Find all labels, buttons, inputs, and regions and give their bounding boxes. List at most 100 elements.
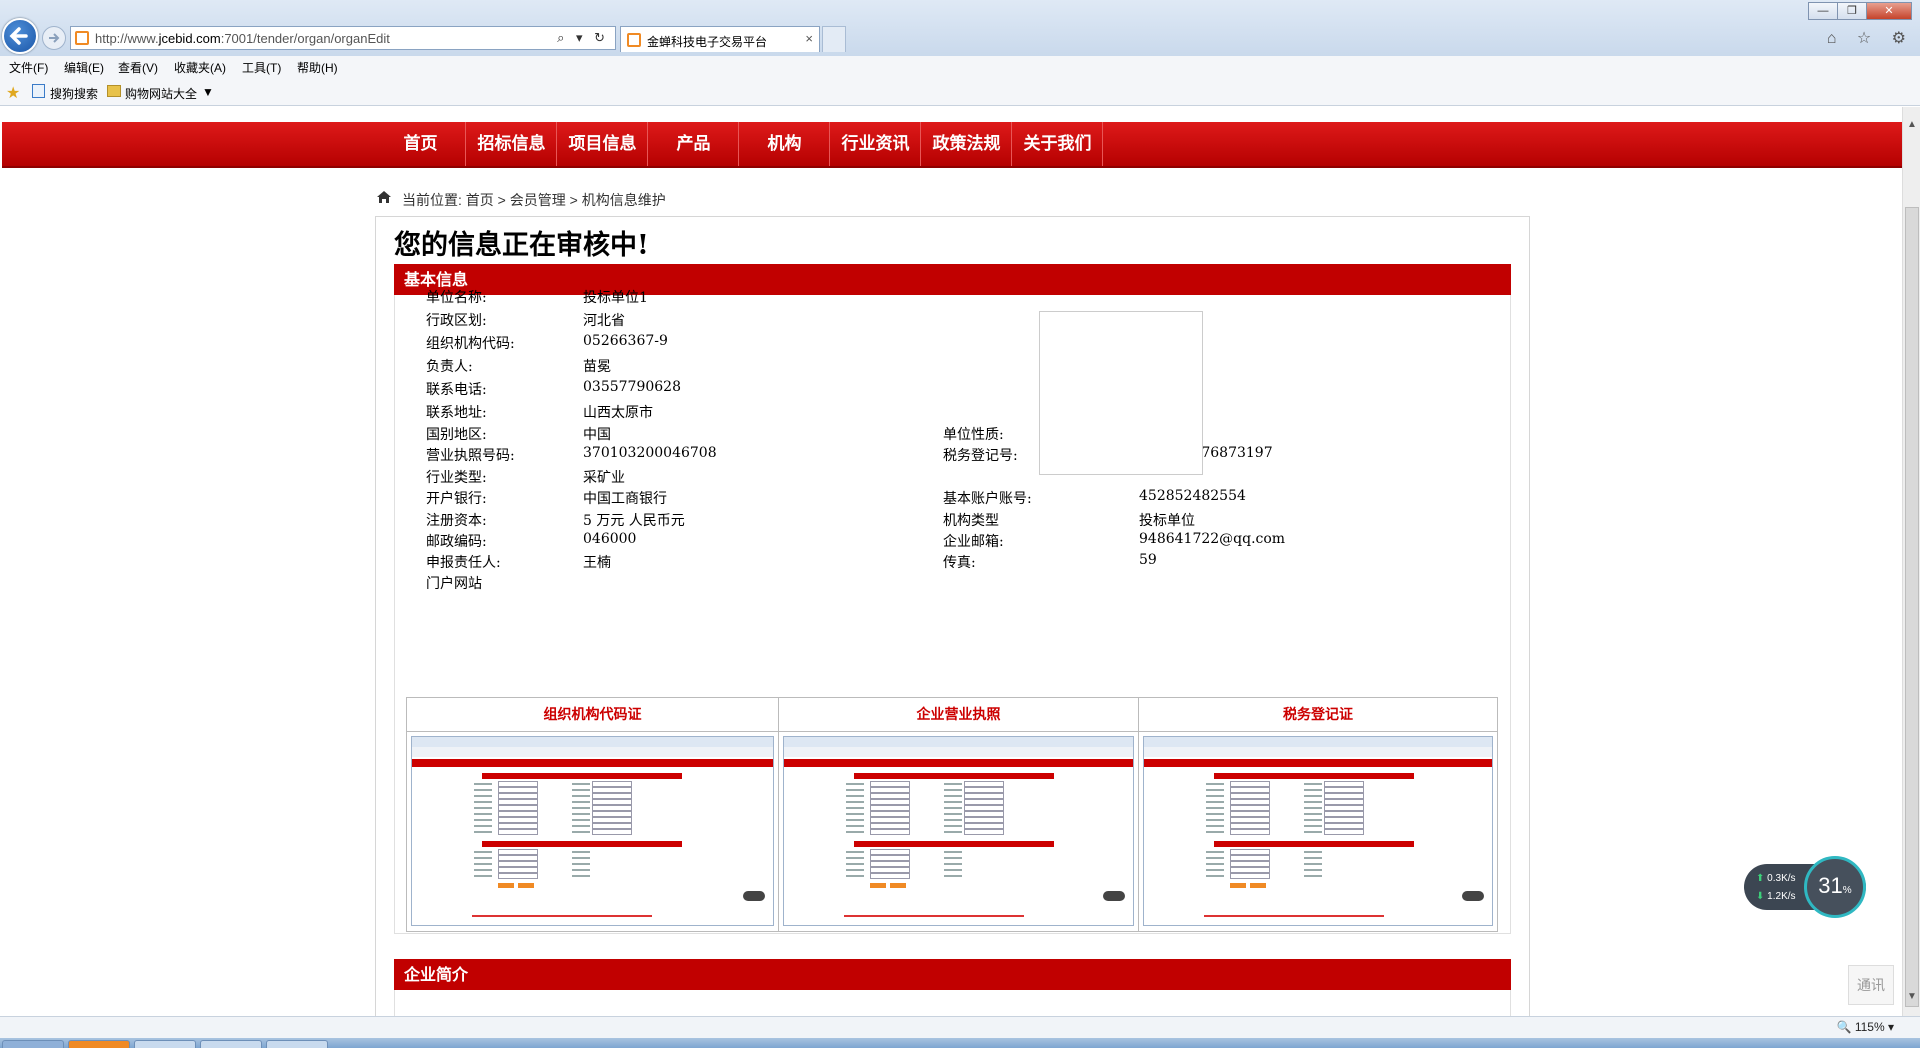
chat-button[interactable]: 通讯 [1848, 965, 1894, 1005]
taskbar [0, 1038, 1920, 1048]
zoom-level[interactable]: 🔍 115% ▾ [1837, 1020, 1894, 1034]
thumb-line [474, 863, 492, 865]
forward-button[interactable] [42, 26, 66, 50]
thumb-line [1304, 825, 1322, 827]
thumb-line [846, 851, 864, 853]
thumb-line [474, 801, 492, 803]
thumb-line [474, 831, 492, 833]
nav-organization[interactable]: 机构 [740, 122, 830, 166]
certificate-image[interactable] [783, 736, 1134, 926]
thumb-line [846, 831, 864, 833]
thumb-line [572, 863, 590, 865]
field-value: 370103200046708 [583, 445, 717, 461]
browser-tab[interactable]: 金蝉科技电子交易平台 × [620, 26, 820, 52]
field-label: 开户银行: [426, 491, 487, 507]
thumb-button [890, 883, 906, 888]
thumb-section [1214, 841, 1414, 847]
back-button[interactable] [2, 18, 38, 54]
vertical-scrollbar[interactable]: ▲ ▼ [1902, 107, 1920, 1016]
field-value: 5 万元 人民币元 [583, 513, 685, 529]
address-text[interactable]: http://www.jcebid.com:7001/tender/organ/… [95, 31, 390, 46]
certificate-image[interactable] [411, 736, 774, 926]
nav-home[interactable]: 首页 [376, 122, 466, 166]
nav-tender-info[interactable]: 招标信息 [467, 122, 557, 166]
minimize-button[interactable]: — [1808, 2, 1838, 20]
taskbar-app[interactable] [266, 1040, 328, 1048]
thumb-toggle [1103, 891, 1125, 901]
thumb-line [944, 869, 962, 871]
home-favorites-settings-icon[interactable]: ⌂ ☆ ⚙ [1827, 28, 1914, 48]
restore-button[interactable]: ❐ [1837, 2, 1867, 20]
field-label: 联系地址: [426, 405, 487, 421]
field-label: 门户网站 [426, 576, 482, 592]
thumb-line [944, 831, 962, 833]
thumb-section [482, 773, 682, 779]
thumb-line [944, 875, 962, 877]
thumb-line [572, 801, 590, 803]
thumb-line [474, 857, 492, 859]
thumb-button [1230, 883, 1246, 888]
scroll-down-icon[interactable]: ▼ [1907, 991, 1917, 1002]
thumb-line [846, 875, 864, 877]
taskbar-start[interactable] [2, 1040, 64, 1048]
memory-usage-gauge[interactable]: 31% [1804, 856, 1866, 918]
nav-about-us[interactable]: 关于我们 [1013, 122, 1103, 166]
info-row: 开户银行: 中国工商银行 [426, 488, 906, 508]
thumb-line [1304, 831, 1322, 833]
menu-tools[interactable]: 工具(T) [242, 59, 281, 76]
thumb-nav [784, 759, 1133, 767]
certificate-image[interactable] [1143, 736, 1493, 926]
thumb-line [474, 783, 492, 785]
close-button[interactable]: ✕ [1866, 2, 1912, 20]
menu-edit[interactable]: 编辑(E) [64, 59, 104, 76]
field-value: 采矿业 [583, 470, 625, 486]
thumb-line [474, 807, 492, 809]
section-title-intro: 企业简介 [394, 959, 1511, 990]
thumb-line [944, 825, 962, 827]
nav-industry-news[interactable]: 行业资讯 [831, 122, 921, 166]
nav-policies[interactable]: 政策法规 [922, 122, 1012, 166]
site-favicon-icon [75, 31, 89, 45]
thumb-line [572, 789, 590, 791]
menu-favorites[interactable]: 收藏夹(A) [174, 59, 226, 76]
cert-business-license: 企业营业执照 [779, 698, 1139, 931]
menu-help[interactable]: 帮助(H) [297, 59, 338, 76]
thumb-line [474, 875, 492, 877]
upload-arrow-icon: ⬆ [1756, 873, 1768, 884]
chevron-down-icon[interactable]: ▼ [202, 85, 214, 99]
field-label: 组织机构代码: [426, 336, 515, 352]
menu-view[interactable]: 查看(V) [118, 59, 158, 76]
thumb-line [846, 789, 864, 791]
field-label: 传真: [943, 555, 976, 571]
nav-project-info[interactable]: 项目信息 [558, 122, 648, 166]
new-tab-button[interactable] [822, 26, 846, 52]
thumb-line [1206, 875, 1224, 877]
thumb-line [846, 863, 864, 865]
thumb-line [572, 851, 590, 853]
taskbar-app[interactable] [68, 1040, 130, 1048]
thumb-line [846, 807, 864, 809]
taskbar-app[interactable] [134, 1040, 196, 1048]
taskbar-app[interactable] [200, 1040, 262, 1048]
info-row: 单位名称: 投标单位1 [426, 287, 906, 307]
scroll-up-icon[interactable]: ▲ [1907, 119, 1917, 130]
address-bar[interactable]: http://www.jcebid.com:7001/tender/organ/… [70, 26, 616, 50]
thumb-input [870, 873, 910, 879]
field-label: 邮政编码: [426, 534, 487, 550]
fav-shopping-sites[interactable]: 购物网站大全 [125, 85, 197, 102]
info-row: 营业执照号码: 370103200046708 [426, 445, 906, 465]
favorites-star-icon[interactable]: ★ [6, 83, 20, 103]
search-refresh-icon[interactable]: ⌕ ▾ ↻ [557, 30, 609, 46]
thumb-nav [1144, 759, 1492, 767]
menu-file[interactable]: 文件(F) [9, 59, 48, 76]
logo-image [1039, 311, 1203, 475]
tab-close-icon[interactable]: × [805, 31, 813, 46]
thumb-line [1304, 807, 1322, 809]
thumb-button [1250, 883, 1266, 888]
thumb-menubar [412, 747, 773, 757]
scroll-thumb[interactable] [1905, 207, 1919, 1007]
info-row: 联系地址: 山西太原市 [426, 402, 906, 422]
nav-products[interactable]: 产品 [649, 122, 739, 166]
fav-sogou-search[interactable]: 搜狗搜索 [50, 85, 98, 102]
thumb-line [944, 795, 962, 797]
